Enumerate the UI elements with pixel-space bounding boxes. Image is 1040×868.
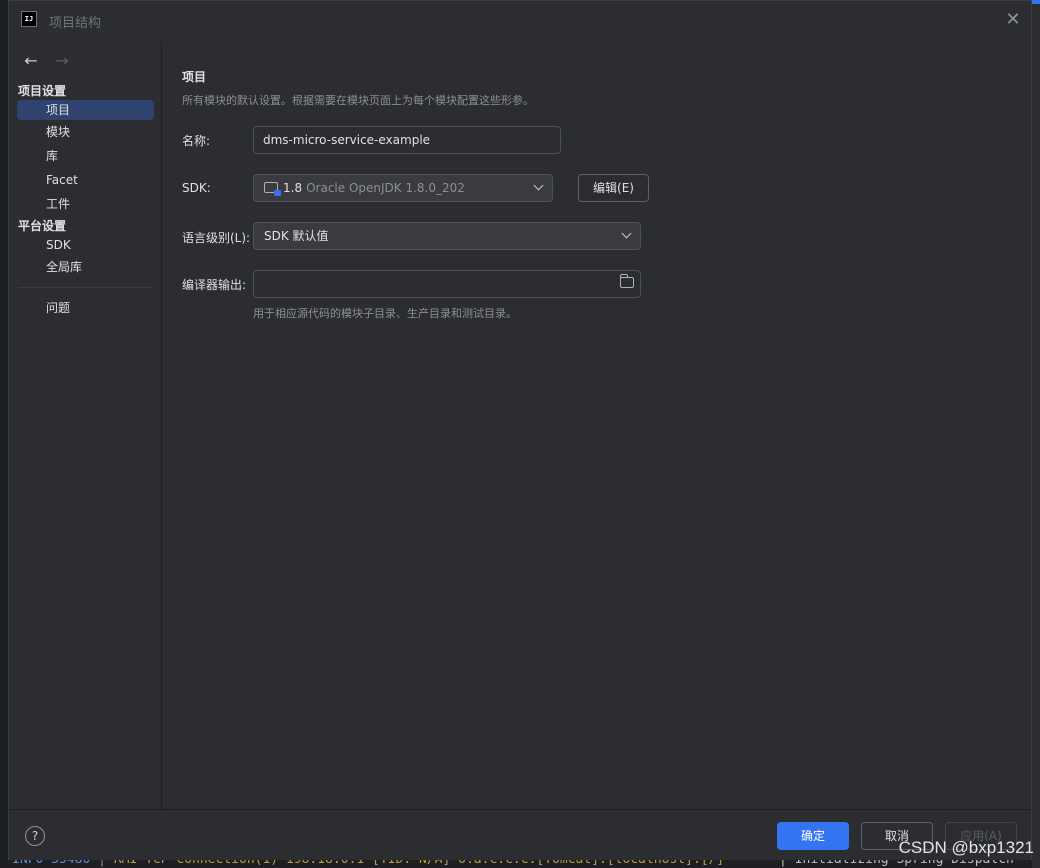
dialog-title: 项目结构 <box>49 16 102 31</box>
nav-arrows: ← → <box>21 51 72 71</box>
csdn-watermark: CSDN @bxp1321 <box>898 838 1034 857</box>
sidebar-item-problems[interactable]: 问题 <box>17 298 154 318</box>
sidebar-item-global-libraries[interactable]: 全局库 <box>17 257 154 277</box>
project-name-input[interactable] <box>253 126 561 154</box>
ok-button[interactable]: 确定 <box>777 822 849 850</box>
sdk-select[interactable]: 1.8 Oracle OpenJDK 1.8.0_202 <box>253 174 553 202</box>
back-arrow-icon[interactable]: ← <box>21 52 41 72</box>
sidebar-item-modules[interactable]: 模块 <box>17 122 154 142</box>
compiler-output-field[interactable] <box>253 270 641 298</box>
sidebar-item-artifacts[interactable]: 工件 <box>17 194 154 214</box>
browse-folder-icon[interactable] <box>620 274 634 288</box>
language-level-value: SDK 默认值 <box>264 229 329 243</box>
page-description: 所有模块的默认设置。根据需要在模块页面上为每个模块配置这些形参。 <box>182 94 534 107</box>
intellij-app-icon: IJ <box>21 11 37 27</box>
chevron-down-icon <box>533 180 544 191</box>
sidebar-item-libraries[interactable]: 库 <box>17 146 154 166</box>
ide-right-gutter <box>1032 0 1040 868</box>
sdk-name: Oracle OpenJDK 1.8.0_202 <box>306 181 465 195</box>
sidebar-item-facet[interactable]: Facet <box>17 170 154 190</box>
dialog-titlebar: IJ 项目结构 ✕ <box>9 1 1031 41</box>
sidebar-item-sdk[interactable]: SDK <box>17 235 154 255</box>
project-structure-dialog: IJ 项目结构 ✕ ← → 项目设置 项目 模块 库 Facet 工件 平台设置… <box>8 0 1032 860</box>
sidebar-separator <box>18 287 152 288</box>
help-icon[interactable]: ? <box>25 826 45 846</box>
close-icon[interactable]: ✕ <box>1003 10 1023 30</box>
dialog-footer: ? 确定 取消 应用(A) <box>9 809 1031 860</box>
chevron-down-icon <box>621 228 632 239</box>
forward-arrow-icon: → <box>55 51 69 70</box>
settings-sidebar: ← → 项目设置 项目 模块 库 Facet 工件 平台设置 SDK 全局库 问… <box>9 41 162 809</box>
language-level-label: 语言级别(L): <box>182 231 251 245</box>
edit-sdk-button[interactable]: 编辑(E) <box>578 174 649 202</box>
project-settings-panel: 项目 所有模块的默认设置。根据需要在模块页面上为每个模块配置这些形参。 名称: … <box>162 41 1031 809</box>
sidebar-item-project[interactable]: 项目 <box>17 100 154 120</box>
page-title: 项目 <box>182 70 207 84</box>
sdk-version: 1.8 <box>283 181 303 195</box>
section-project-settings: 项目设置 <box>18 84 67 98</box>
sdk-label: SDK: <box>182 181 211 195</box>
jdk-folder-icon <box>264 182 281 196</box>
compiler-output-hint: 用于相应源代码的模块子目录、生产目录和测试目录。 <box>253 307 517 320</box>
name-label: 名称: <box>182 134 211 148</box>
compiler-output-label: 编译器输出: <box>182 278 247 292</box>
language-level-select[interactable]: SDK 默认值 <box>253 222 641 250</box>
section-platform-settings: 平台设置 <box>18 219 67 233</box>
